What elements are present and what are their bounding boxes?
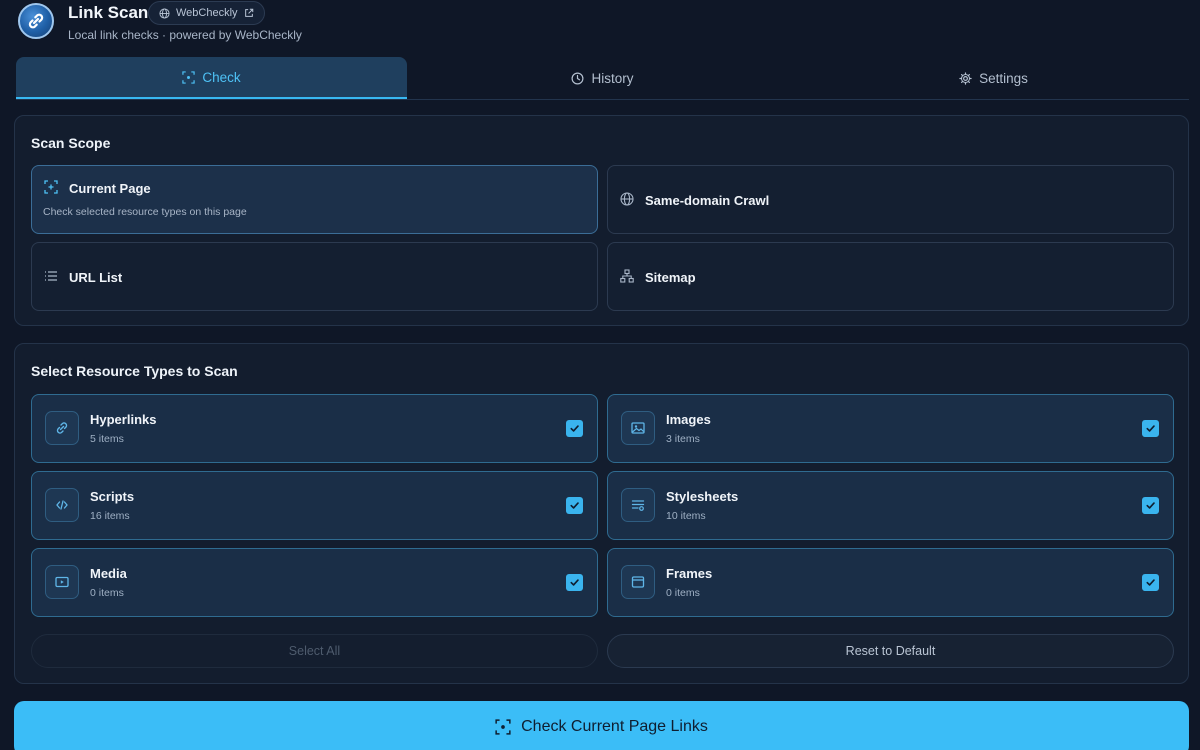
scope-same-domain-crawl[interactable]: Same-domain Crawl	[607, 165, 1174, 234]
scan-icon	[495, 718, 511, 735]
resource-checkbox[interactable]	[566, 574, 583, 591]
check-current-page-button[interactable]: Check Current Page Links	[14, 701, 1189, 750]
scan-scope-title: Scan Scope	[31, 135, 111, 151]
checkmark-icon	[570, 579, 579, 586]
scope-label: Sitemap	[645, 270, 696, 285]
resource-name: Scripts	[90, 489, 135, 504]
globe-icon	[159, 7, 170, 19]
resource-hyperlinks[interactable]: Hyperlinks 5 items	[31, 394, 598, 463]
tab-history[interactable]: History	[407, 57, 798, 99]
link-icon	[45, 411, 79, 445]
tab-label: History	[591, 70, 634, 86]
resource-count: 16 items	[90, 510, 130, 522]
resource-name: Images	[666, 412, 711, 427]
globe-icon	[620, 192, 634, 206]
stylesheet-icon	[621, 488, 655, 522]
resource-stylesheets[interactable]: Stylesheets 10 items	[607, 471, 1174, 540]
checkmark-icon	[1146, 579, 1155, 586]
resource-name: Stylesheets	[666, 489, 739, 504]
resource-checkbox[interactable]	[566, 420, 583, 437]
gear-icon	[959, 71, 972, 85]
checkmark-icon	[570, 502, 579, 509]
external-link-icon	[244, 8, 253, 17]
resource-name: Hyperlinks	[90, 412, 157, 427]
checkmark-icon	[1146, 502, 1155, 509]
reset-default-button[interactable]: Reset to Default	[607, 634, 1174, 668]
image-icon	[621, 411, 655, 445]
list-icon	[44, 269, 58, 283]
scope-url-list[interactable]: URL List	[31, 242, 598, 311]
app-logo	[18, 3, 54, 39]
header: Link Scan WebCheckly Local link checks ·…	[16, 0, 1186, 50]
select-all-button[interactable]: Select All	[31, 634, 598, 668]
checkmark-icon	[570, 425, 579, 432]
chain-link-icon	[28, 13, 44, 29]
tab-label: Settings	[979, 70, 1028, 86]
resource-count: 0 items	[90, 587, 124, 599]
resource-checkbox[interactable]	[566, 497, 583, 514]
scan-icon	[44, 180, 58, 194]
tab-check[interactable]: Check	[16, 57, 407, 99]
resource-count: 10 items	[666, 510, 706, 522]
resource-checkbox[interactable]	[1142, 497, 1159, 514]
resource-checkbox[interactable]	[1142, 574, 1159, 591]
resource-types-panel: Select Resource Types to Scan Hyperlinks…	[14, 343, 1189, 684]
brand-badge-label: WebCheckly	[176, 7, 238, 19]
tab-bar: Check History Settings	[16, 57, 1189, 100]
sitemap-icon	[620, 269, 634, 283]
brand-badge[interactable]: WebCheckly	[148, 1, 265, 25]
app-subtitle: Local link checks · powered by WebCheckl…	[68, 28, 302, 42]
resource-count: 3 items	[666, 433, 700, 445]
scan-scope-panel: Scan Scope Current Page Check selected r…	[14, 115, 1189, 326]
frame-icon	[621, 565, 655, 599]
resource-checkbox[interactable]	[1142, 420, 1159, 437]
checkmark-icon	[1146, 425, 1155, 432]
resource-name: Frames	[666, 566, 713, 581]
tab-label: Check	[202, 69, 241, 85]
app-title: Link Scan	[68, 3, 149, 22]
primary-button-label: Check Current Page Links	[521, 717, 708, 735]
scope-label: URL List	[69, 270, 123, 285]
tab-settings[interactable]: Settings	[798, 57, 1189, 99]
resource-frames[interactable]: Frames 0 items	[607, 548, 1174, 617]
resource-name: Media	[90, 566, 127, 581]
scope-label: Current Page	[69, 181, 151, 196]
media-icon	[45, 565, 79, 599]
scan-icon	[182, 70, 196, 84]
resource-media[interactable]: Media 0 items	[31, 548, 598, 617]
resource-count: 0 items	[666, 587, 700, 599]
resource-types-title: Select Resource Types to Scan	[31, 363, 238, 379]
scope-label: Same-domain Crawl	[645, 193, 770, 208]
resource-images[interactable]: Images 3 items	[607, 394, 1174, 463]
code-icon	[45, 488, 79, 522]
resource-count: 5 items	[90, 433, 124, 445]
app-root: Link Scan WebCheckly Local link checks ·…	[0, 0, 1200, 750]
scope-sitemap[interactable]: Sitemap	[607, 242, 1174, 311]
scope-current-page[interactable]: Current Page Check selected resource typ…	[31, 165, 598, 234]
clock-icon	[571, 72, 584, 84]
resource-scripts[interactable]: Scripts 16 items	[31, 471, 598, 540]
scope-description: Check selected resource types on this pa…	[43, 206, 247, 218]
